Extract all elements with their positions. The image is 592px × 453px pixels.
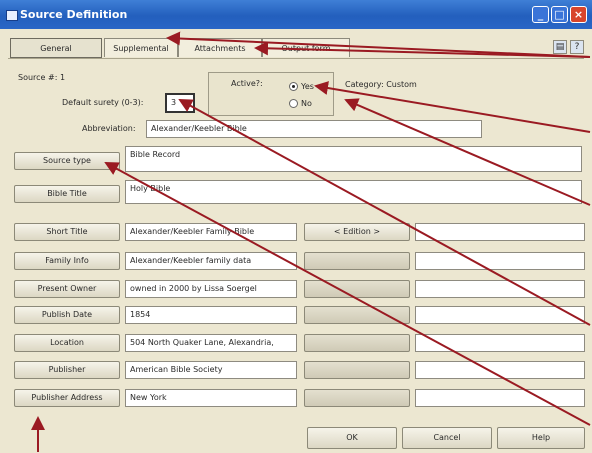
tab-bar: General Supplemental Attachments Output … <box>8 38 584 59</box>
extra-field-input-3[interactable] <box>415 306 585 324</box>
extra-field-button-6[interactable] <box>304 389 410 407</box>
extra-field-button-3[interactable] <box>304 306 410 324</box>
tab-output-form[interactable]: Output form <box>262 38 350 57</box>
title-bar: Source Definition _ □ × <box>0 0 592 29</box>
help-icon[interactable]: ? <box>570 40 584 54</box>
publisher-button[interactable]: Publisher <box>14 361 120 379</box>
surety-input[interactable]: 3 <box>165 93 195 113</box>
cancel-button[interactable]: Cancel <box>402 427 492 449</box>
minimize-button[interactable]: _ <box>532 6 549 23</box>
short-title-input[interactable]: Alexander/Keebler Family Bible <box>125 223 297 241</box>
source-definition-window: Source Definition _ □ × General Suppleme… <box>0 0 592 453</box>
location-button[interactable]: Location <box>14 334 120 352</box>
tab-general[interactable]: General <box>10 38 102 58</box>
abbreviation-label: Abbreviation: <box>82 124 136 133</box>
extra-field-button-4[interactable] <box>304 334 410 352</box>
active-yes-radio[interactable] <box>289 82 298 91</box>
publisher-input[interactable]: American Bible Society <box>125 361 297 379</box>
maximize-button[interactable]: □ <box>551 6 568 23</box>
close-button[interactable]: × <box>570 6 587 23</box>
extra-field-input-1[interactable] <box>415 252 585 270</box>
extra-field-input-2[interactable] <box>415 280 585 298</box>
bible-title-input[interactable]: Holy Bible <box>125 180 582 204</box>
active-group: Active?: Yes No <box>208 72 334 116</box>
window-title: Source Definition <box>20 8 128 21</box>
app-icon <box>6 10 18 21</box>
bible-title-button[interactable]: Bible Title <box>14 185 120 203</box>
source-number: Source #: 1 <box>18 73 66 82</box>
tab-supplemental[interactable]: Supplemental <box>104 38 178 57</box>
extra-field-input-6[interactable] <box>415 389 585 407</box>
active-yes-label: Yes <box>301 82 314 91</box>
active-label: Active?: <box>231 79 263 88</box>
active-no-label: No <box>301 99 312 108</box>
source-type-input[interactable]: Bible Record <box>125 146 582 172</box>
active-no-radio[interactable] <box>289 99 298 108</box>
surety-label: Default surety (0-3): <box>62 98 144 107</box>
family-info-button[interactable]: Family Info <box>14 252 120 270</box>
source-type-button[interactable]: Source type <box>14 152 120 170</box>
ok-button[interactable]: OK <box>307 427 397 449</box>
extra-field-button-1[interactable] <box>304 252 410 270</box>
publisher-address-button[interactable]: Publisher Address <box>14 389 120 407</box>
help-button[interactable]: Help <box>497 427 585 449</box>
print-icon[interactable]: ▤ <box>553 40 567 54</box>
category-label: Category: Custom <box>345 80 417 89</box>
extra-field-input-4[interactable] <box>415 334 585 352</box>
publish-date-input[interactable]: 1854 <box>125 306 297 324</box>
short-title-button[interactable]: Short Title <box>14 223 120 241</box>
location-input[interactable]: 504 North Quaker Lane, Alexandria, <box>125 334 297 352</box>
extra-field-button-2[interactable] <box>304 280 410 298</box>
publish-date-button[interactable]: Publish Date <box>14 306 120 324</box>
abbreviation-input[interactable]: Alexander/Keebler Bible <box>146 120 482 138</box>
edition-input[interactable] <box>415 223 585 241</box>
extra-field-button-5[interactable] <box>304 361 410 379</box>
extra-field-input-5[interactable] <box>415 361 585 379</box>
family-info-input[interactable]: Alexander/Keebler family data <box>125 252 297 270</box>
edition-button[interactable]: < Edition > <box>304 223 410 241</box>
publisher-address-input[interactable]: New York <box>125 389 297 407</box>
tab-attachments[interactable]: Attachments <box>178 38 262 57</box>
present-owner-button[interactable]: Present Owner <box>14 280 120 298</box>
present-owner-input[interactable]: owned in 2000 by Lissa Soergel <box>125 280 297 298</box>
